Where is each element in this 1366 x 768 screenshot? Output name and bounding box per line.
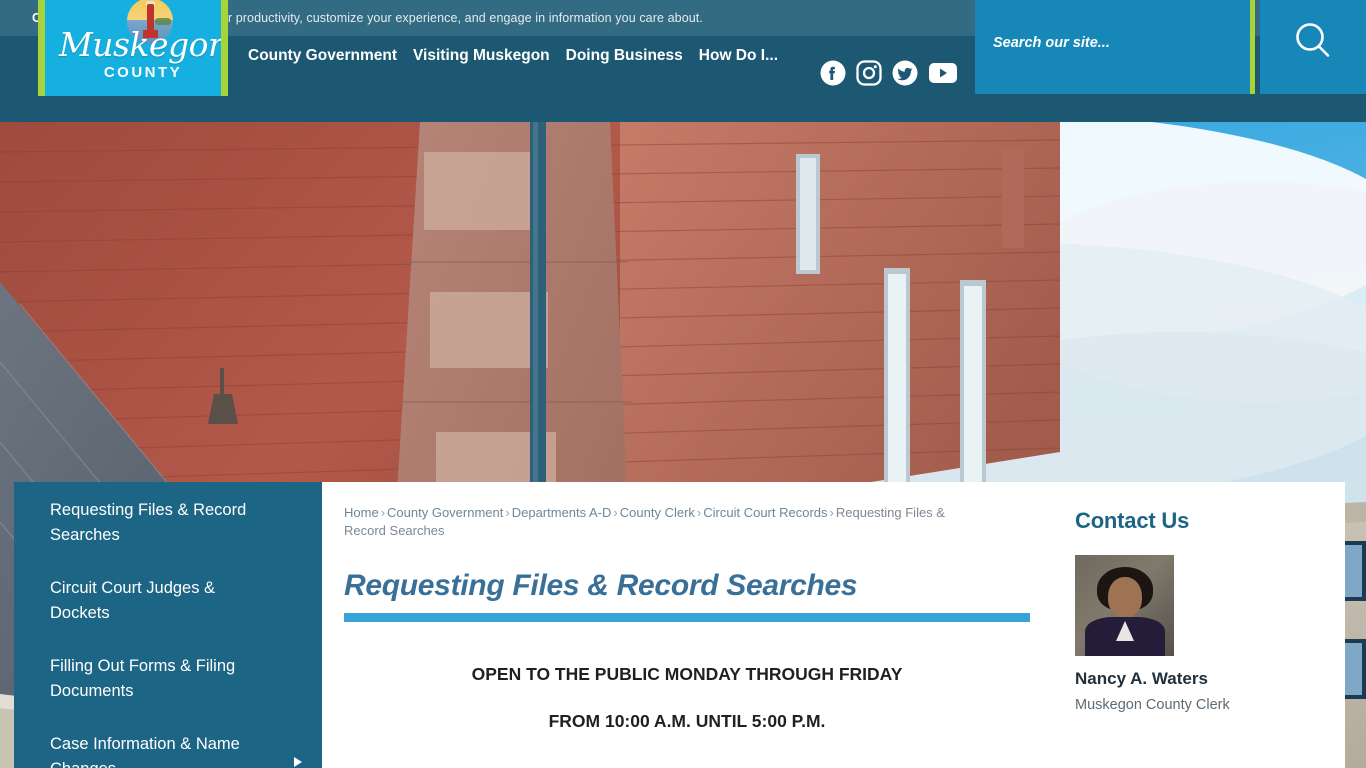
breadcrumb-separator: › <box>380 505 386 520</box>
social-links <box>820 60 958 86</box>
breadcrumb-item-county-government[interactable]: County Government <box>387 505 503 520</box>
search-icon <box>1290 18 1336 69</box>
hours-line-days: OPEN TO THE PUBLIC MONDAY THROUGH FRIDAY <box>471 664 903 684</box>
search-input[interactable] <box>993 35 1250 51</box>
avatar <box>1075 555 1174 656</box>
nav-item-visiting-muskegon[interactable]: Visiting Muskegon <box>413 47 550 65</box>
contact-role: Muskegon County Clerk <box>1075 697 1230 713</box>
search-container <box>975 0 1255 94</box>
nav-item-county-government[interactable]: County Government <box>248 47 397 65</box>
breadcrumb-separator: › <box>829 505 834 520</box>
chevron-right-icon[interactable] <box>294 757 302 767</box>
contact-name: Nancy A. Waters <box>1075 669 1208 688</box>
title-underline-rule <box>344 613 1030 622</box>
sidebar-item-filling-out-forms[interactable]: Filling Out Forms & Filing Documents <box>14 654 322 704</box>
breadcrumb-separator: › <box>696 505 702 520</box>
breadcrumb-item-departments-a-d[interactable]: Departments A-D <box>512 505 612 520</box>
contact-us-heading: Contact Us <box>1075 508 1190 533</box>
sidebar-item-label: Filling Out Forms & Filing Documents <box>50 657 236 700</box>
sidebar-item-label: Case Information & Name Changes <box>50 735 240 768</box>
breadcrumb-separator: › <box>613 505 618 520</box>
breadcrumb-item-circuit-court-records[interactable]: Circuit Court Records <box>703 505 827 520</box>
breadcrumb-separator: › <box>505 505 510 520</box>
sidebar-item-label: Circuit Court Judges & Dockets <box>50 579 216 622</box>
page-title: Requesting Files & Record Searches <box>344 569 858 602</box>
instagram-icon[interactable] <box>856 60 882 86</box>
main-navigation: County Government Visiting Muskegon Doin… <box>248 36 778 76</box>
section-side-navigation: Requesting Files & Record Searches Circu… <box>14 482 322 768</box>
sidebar-item-requesting-files[interactable]: Requesting Files & Record Searches <box>14 498 322 548</box>
youtube-icon[interactable] <box>928 62 958 84</box>
sidebar-item-label: Requesting Files & Record Searches <box>50 501 247 544</box>
hours-line-times: FROM 10:00 A.M. UNTIL 5:00 P.M. <box>548 711 826 731</box>
contact-us-panel: Contact Us Nancy A. Waters Muskegon Coun… <box>1075 508 1325 713</box>
facebook-icon[interactable] <box>820 60 846 86</box>
logo-wordmark: Muskegon <box>59 25 228 64</box>
sidebar-item-case-information[interactable]: Case Information & Name Changes <box>14 732 322 768</box>
nav-item-doing-business[interactable]: Doing Business <box>566 47 683 65</box>
logo-county-label: COUNTY <box>103 64 183 81</box>
sidebar-item-circuit-court-judges[interactable]: Circuit Court Judges & Dockets <box>14 576 322 626</box>
nav-item-how-do-i[interactable]: How Do I... <box>699 47 778 65</box>
search-button[interactable] <box>1260 0 1366 94</box>
site-logo[interactable]: Muskegon COUNTY <box>38 0 228 96</box>
twitter-icon[interactable] <box>892 60 918 86</box>
breadcrumb-item-home[interactable]: Home <box>344 505 379 520</box>
main-content-card: Home › County Government › Departments A-D › C… <box>322 482 1345 768</box>
breadcrumb-item-county-clerk[interactable]: County Clerk <box>620 505 695 520</box>
breadcrumb: Home › County Government › Departments A-D › C… <box>344 504 984 540</box>
